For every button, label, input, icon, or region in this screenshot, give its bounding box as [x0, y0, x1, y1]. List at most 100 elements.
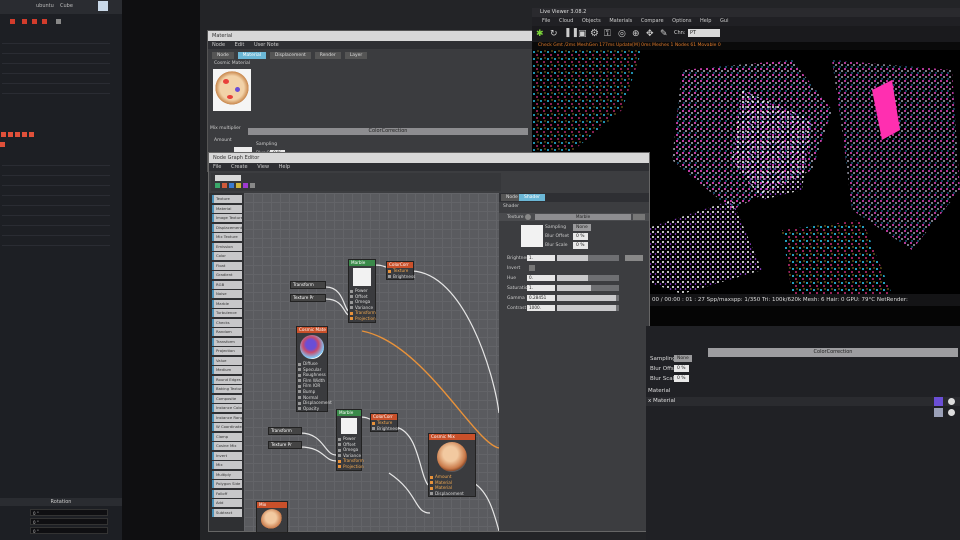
- tool-icon[interactable]: [42, 19, 47, 24]
- viewer-menu-help[interactable]: Help: [700, 18, 711, 24]
- marble-node[interactable]: Marble Power Offset Omega Variance Trans…: [348, 259, 376, 323]
- palette-item[interactable]: Polygon Side: [212, 480, 242, 488]
- tab-node[interactable]: Node: [212, 52, 234, 59]
- object-icon[interactable]: [0, 142, 5, 147]
- blur-offset-field[interactable]: 0 %: [674, 365, 689, 372]
- palette-item[interactable]: Projection: [212, 347, 242, 355]
- texture-link-field[interactable]: Marble: [535, 214, 631, 220]
- filter-icon[interactable]: [229, 183, 234, 188]
- menu-edit[interactable]: Edit: [235, 42, 245, 48]
- viewer-menu-materials[interactable]: Materials: [609, 18, 632, 24]
- viewer-menu-objects[interactable]: Objects: [582, 18, 601, 24]
- palette-item[interactable]: RGB: [212, 280, 242, 289]
- sampling-select[interactable]: None: [573, 224, 591, 231]
- transform-node[interactable]: Transform: [290, 281, 326, 289]
- object-icon[interactable]: [15, 132, 20, 137]
- gamma-slider[interactable]: [557, 295, 619, 301]
- outliner-row[interactable]: [2, 68, 110, 74]
- texture-menu-button[interactable]: [633, 214, 645, 220]
- tool-icon[interactable]: [10, 19, 15, 24]
- texture-projection-node[interactable]: Texture Pr: [290, 294, 326, 302]
- outliner-row[interactable]: [2, 230, 110, 236]
- palette-item[interactable]: Transform: [212, 337, 242, 346]
- node-graph-canvas[interactable]: Transform Texture Pr Marble Power Offset…: [244, 193, 499, 533]
- object-icon[interactable]: [8, 132, 13, 137]
- object-icon[interactable]: [22, 132, 27, 137]
- palette-item[interactable]: Material: [212, 204, 242, 213]
- port-brightness[interactable]: Brightness: [387, 274, 415, 280]
- texture-swatch[interactable]: [521, 225, 543, 247]
- lock-icon[interactable]: ⚿: [604, 29, 611, 39]
- palette-item[interactable]: Random: [212, 328, 242, 336]
- palette-item[interactable]: Composite: [212, 394, 242, 403]
- outliner-row[interactable]: [2, 58, 110, 64]
- palette-item[interactable]: Checks: [212, 318, 242, 327]
- filter-icon[interactable]: [236, 183, 241, 188]
- palette-item[interactable]: Invert: [212, 451, 242, 460]
- viewer-menu-gui[interactable]: Gui: [720, 18, 728, 24]
- filter-icon[interactable]: [243, 183, 248, 188]
- marble-node[interactable]: Marble Power Offset Omega Variance Trans…: [336, 409, 364, 471]
- left-window-button[interactable]: [98, 1, 108, 11]
- palette-item[interactable]: Image Texture: [212, 214, 242, 222]
- outliner-row[interactable]: [2, 78, 110, 84]
- menu-node[interactable]: Node: [212, 42, 225, 48]
- colorcorrection-node[interactable]: ColorCorr Texture Brightness: [370, 413, 399, 433]
- render-start-icon[interactable]: ✱: [536, 29, 544, 39]
- channel-select[interactable]: PT: [688, 29, 720, 37]
- palette-item[interactable]: Subtract: [212, 508, 242, 517]
- palette-item[interactable]: Float: [212, 261, 242, 270]
- invert-checkbox[interactable]: [529, 265, 535, 271]
- graph-search-field[interactable]: [215, 175, 241, 181]
- brightness-slider[interactable]: [557, 255, 619, 261]
- outliner-row[interactable]: [2, 210, 110, 216]
- material-row[interactable]: x Material: [646, 397, 960, 406]
- menu-user-note[interactable]: User Note: [254, 42, 279, 48]
- palette-item[interactable]: Mix Texture: [212, 233, 242, 241]
- tool-icon[interactable]: [22, 19, 27, 24]
- palette-item[interactable]: Displacement: [212, 223, 242, 232]
- palette-item[interactable]: Color: [212, 252, 242, 260]
- brightness-field[interactable]: 1.: [527, 255, 555, 261]
- outliner-row[interactable]: [2, 180, 110, 186]
- graph-menu-create[interactable]: Create: [231, 164, 248, 170]
- tool-icon[interactable]: [56, 19, 61, 24]
- tab-layer[interactable]: Layer: [344, 52, 368, 59]
- saturation-slider[interactable]: [557, 285, 619, 291]
- cosmic-material-node[interactable]: Cosmic Mate Diffuse Specular Roughness F…: [296, 326, 332, 413]
- colorcorrection-node[interactable]: ColorCorr Texture Brightness: [386, 261, 415, 281]
- outliner-row[interactable]: [2, 48, 110, 54]
- port-projection[interactable]: Projection: [337, 464, 364, 470]
- hue-slider[interactable]: [557, 275, 619, 281]
- rotation-y-field[interactable]: 0 °: [30, 518, 108, 525]
- outliner-row[interactable]: [2, 160, 110, 166]
- palette-item[interactable]: Clamp: [212, 432, 242, 441]
- region-icon[interactable]: ▣: [578, 29, 587, 39]
- filter-icon[interactable]: [215, 183, 220, 188]
- tab-displacement[interactable]: Displacement: [269, 52, 311, 59]
- tool-icon[interactable]: [32, 19, 37, 24]
- palette-item[interactable]: Noise: [212, 290, 242, 298]
- material-link-icon[interactable]: [948, 409, 955, 416]
- gamma-field[interactable]: 0.28451: [527, 295, 555, 301]
- hue-field[interactable]: 0.: [527, 275, 555, 281]
- sampling-select[interactable]: None: [674, 355, 692, 362]
- graph-menu-help[interactable]: Help: [279, 164, 290, 170]
- palette-item[interactable]: Gradient: [212, 271, 242, 279]
- rotation-z-field[interactable]: 0 °: [30, 527, 108, 534]
- filter-icon[interactable]: [222, 183, 227, 188]
- palette-item[interactable]: Instance Color: [212, 404, 242, 412]
- outliner-row[interactable]: [2, 190, 110, 196]
- contrast-slider[interactable]: [557, 305, 619, 311]
- viewer-menu-file[interactable]: File: [542, 18, 550, 24]
- port-brightness[interactable]: Brightness: [371, 426, 399, 432]
- cosmic-mix-node[interactable]: Cosmic Mix Amount Material Material Disp…: [428, 433, 476, 498]
- palette-item[interactable]: Add: [212, 499, 242, 507]
- viewer-menu-cloud[interactable]: Cloud: [559, 18, 573, 24]
- settings-gear-icon[interactable]: ⚙: [590, 28, 599, 39]
- port-displacement[interactable]: Displacement: [429, 491, 475, 497]
- pause-icon[interactable]: ❚❚: [564, 28, 579, 38]
- saturation-field[interactable]: 1.: [527, 285, 555, 291]
- material-window-titlebar[interactable]: Material: [208, 31, 533, 41]
- pick-icon[interactable]: ✎: [660, 29, 668, 39]
